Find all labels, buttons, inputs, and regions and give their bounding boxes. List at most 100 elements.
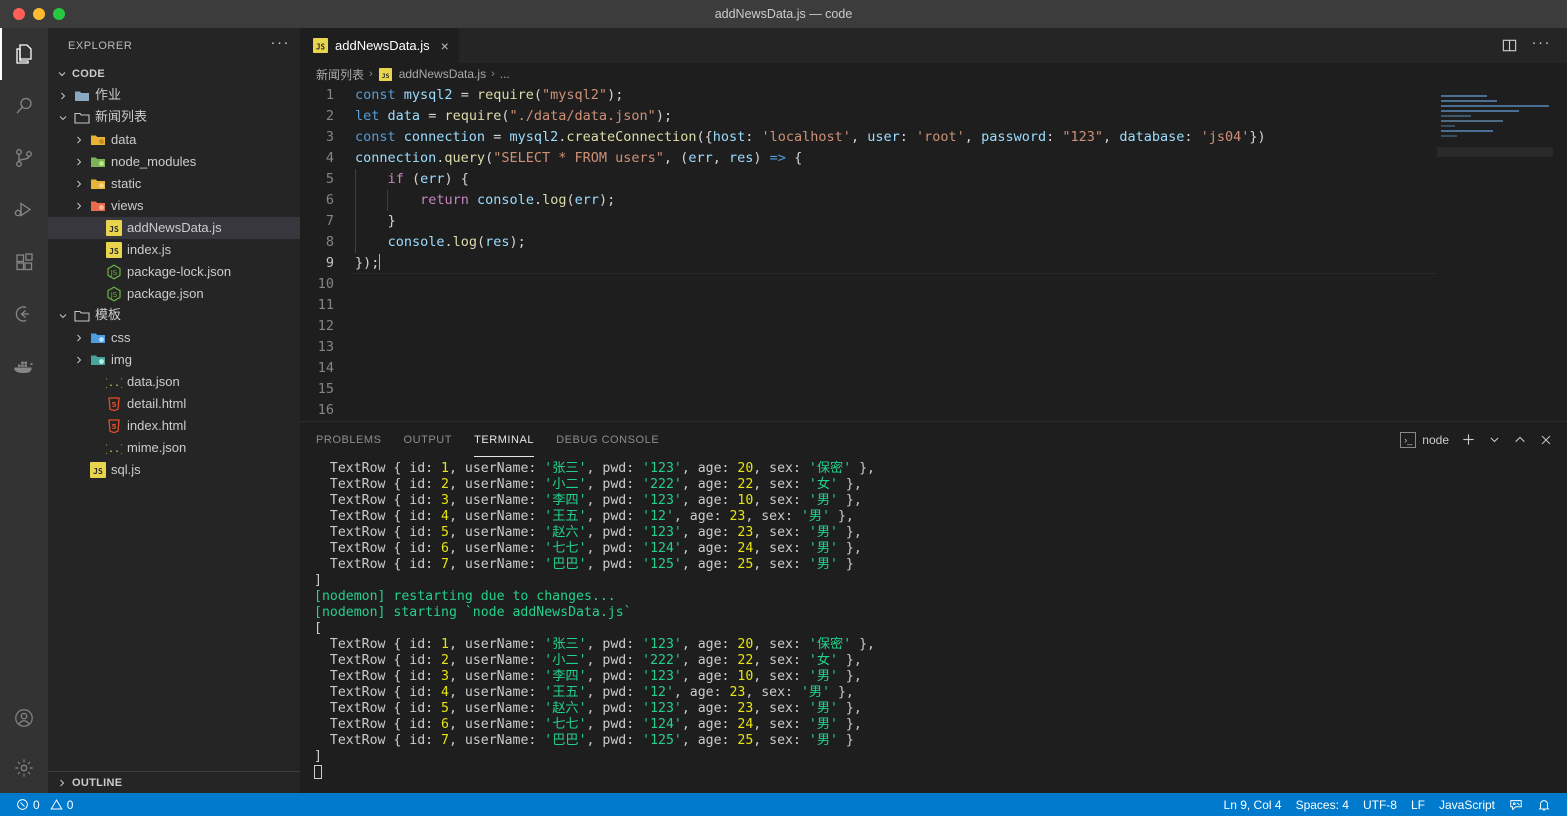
code-line[interactable] <box>355 337 1437 358</box>
code-line[interactable] <box>355 400 1437 421</box>
more-actions-icon[interactable]: ··· <box>1532 35 1552 53</box>
extensions-icon[interactable] <box>0 236 48 288</box>
tree-file-index-js[interactable]: JS index.js <box>48 239 300 261</box>
terminal-line: TextRow { id: 2, userName: '小二', pwd: '2… <box>314 653 862 668</box>
source-control-icon[interactable] <box>0 132 48 184</box>
minimap[interactable] <box>1437 85 1553 421</box>
terminal-line: TextRow { id: 5, userName: '赵六', pwd: '1… <box>314 701 862 716</box>
tree-folder-views[interactable]: views <box>48 195 300 217</box>
breadcrumb-item-symbol[interactable]: ... <box>500 67 510 81</box>
code-line[interactable] <box>355 358 1437 379</box>
account-icon[interactable] <box>0 693 48 743</box>
terminal-line: TextRow { id: 6, userName: '七七', pwd: '1… <box>314 717 862 732</box>
code-line[interactable]: if (err) { <box>355 169 1437 190</box>
tree-file-data-json[interactable]: {..} data.json <box>48 371 300 393</box>
new-terminal-icon[interactable] <box>1461 432 1476 447</box>
minimize-window-button[interactable] <box>33 8 45 20</box>
editor-content[interactable]: 1234567891011121314151617 const mysql2 =… <box>300 85 1567 421</box>
breadcrumb-item-folder[interactable]: 新闻列表 <box>316 66 364 83</box>
code-line[interactable] <box>355 379 1437 400</box>
svg-text:5: 5 <box>112 423 117 431</box>
panel-tab-output[interactable]: OUTPUT <box>404 422 453 457</box>
tree-folder-[interactable]: 作业 <box>48 85 300 107</box>
terminal-output[interactable]: TextRow { id: 1, userName: '张三', pwd: '1… <box>300 457 1567 793</box>
search-icon[interactable] <box>0 80 48 132</box>
error-icon <box>16 798 29 811</box>
line-number: 14 <box>317 360 334 376</box>
chevron-down-icon[interactable] <box>1488 433 1501 446</box>
tree-folder-data[interactable]: data <box>48 129 300 151</box>
maximize-panel-icon[interactable] <box>1513 433 1527 447</box>
close-icon[interactable]: × <box>441 39 449 53</box>
code-line[interactable]: connection.query("SELECT * FROM users", … <box>355 148 1437 169</box>
code-line[interactable] <box>355 295 1437 316</box>
code-line[interactable]: console.log(res); <box>355 232 1437 253</box>
code-line[interactable] <box>355 274 1437 295</box>
status-cursor-position[interactable]: Ln 9, Col 4 <box>1217 793 1289 816</box>
terminal-line: [nodemon] restarting due to changes... <box>314 589 616 604</box>
tree-folder-[interactable]: 新闻列表 <box>48 107 300 129</box>
tree-file-package-lock-json[interactable]: JS package-lock.json <box>48 261 300 283</box>
code-line[interactable]: return console.log(err); <box>355 190 1437 211</box>
tree-folder-img[interactable]: img <box>48 349 300 371</box>
explorer-more-actions-icon[interactable]: ··· <box>271 35 291 53</box>
panel-tab-debug-console[interactable]: DEBUG CONSOLE <box>556 422 659 457</box>
editor-scrollbar[interactable] <box>1553 85 1567 421</box>
folder-root-code[interactable]: CODE <box>48 63 300 85</box>
chevron-right-icon <box>72 332 85 344</box>
line-number: 13 <box>317 339 334 355</box>
code-line[interactable]: } <box>355 211 1437 232</box>
tree-file-addnewsdata-js[interactable]: JS addNewsData.js <box>48 217 300 239</box>
tree-file-sql-js[interactable]: JS sql.js <box>48 459 300 481</box>
settings-gear-icon[interactable] <box>0 743 48 793</box>
tree-folder-static[interactable]: static <box>48 173 300 195</box>
close-window-button[interactable] <box>13 8 25 20</box>
run-debug-icon[interactable] <box>0 184 48 236</box>
terminal-selector[interactable]: ›_ node <box>1400 431 1449 448</box>
panel-tab-terminal[interactable]: TERMINAL <box>474 422 535 457</box>
code-text[interactable]: const mysql2 = require("mysql2"); let dat… <box>352 85 1567 421</box>
status-problems[interactable]: 0 0 <box>9 793 80 816</box>
status-eol[interactable]: LF <box>1404 793 1432 816</box>
outline-section[interactable]: OUTLINE <box>48 771 300 793</box>
explorer-icon[interactable] <box>0 28 48 80</box>
split-editor-icon[interactable] <box>1501 37 1518 54</box>
tree-file-mime-json[interactable]: {..} mime.json <box>48 437 300 459</box>
remote-explorer-icon[interactable] <box>0 288 48 340</box>
tree-item-label: package-lock.json <box>127 264 232 279</box>
tab-addNewsData-js[interactable]: JS addNewsData.js × <box>300 28 460 63</box>
code-line[interactable]: const connection = mysql2.createConnecti… <box>355 127 1437 148</box>
json-file-icon: {..} <box>106 440 122 456</box>
minimap-line <box>1441 135 1457 137</box>
status-indentation[interactable]: Spaces: 4 <box>1289 793 1356 816</box>
terminal-line: TextRow { id: 3, userName: '李四', pwd: '1… <box>314 493 862 508</box>
tree-file-package-json[interactable]: JS package.json <box>48 283 300 305</box>
panel-tab-list[interactable]: PROBLEMS OUTPUT TERMINAL DEBUG CONSOLE <box>316 422 659 457</box>
tree-folder-node-modules[interactable]: node_modules <box>48 151 300 173</box>
tree-file-detail-html[interactable]: 5 detail.html <box>48 393 300 415</box>
line-number: 16 <box>317 402 334 418</box>
docker-icon[interactable] <box>0 340 48 392</box>
breadcrumb[interactable]: 新闻列表 › JS addNewsData.js › ... <box>300 63 1567 85</box>
status-encoding[interactable]: UTF-8 <box>1356 793 1404 816</box>
minimap-slider[interactable] <box>1437 147 1553 157</box>
code-line[interactable]: const mysql2 = require("mysql2"); <box>355 85 1437 106</box>
window-controls[interactable] <box>0 8 65 20</box>
folder-blue-icon <box>74 88 90 104</box>
close-panel-icon[interactable] <box>1539 433 1553 447</box>
code-line[interactable]: }); <box>352 253 1567 274</box>
file-tree[interactable]: CODE 作业 新闻列表 data node_modules static views JS… <box>48 63 300 771</box>
tree-file-index-html[interactable]: 5 index.html <box>48 415 300 437</box>
bell-icon[interactable] <box>1530 793 1558 816</box>
minimap-line <box>1441 105 1549 107</box>
code-line[interactable] <box>355 316 1437 337</box>
status-language-mode[interactable]: JavaScript <box>1432 793 1502 816</box>
folder-blue-css-icon <box>90 330 106 346</box>
code-line[interactable]: let data = require("./data/data.json"); <box>355 106 1437 127</box>
maximize-window-button[interactable] <box>53 8 65 20</box>
feedback-icon[interactable] <box>1502 793 1530 816</box>
panel-tab-problems[interactable]: PROBLEMS <box>316 422 382 457</box>
tree-folder-[interactable]: 模板 <box>48 305 300 327</box>
tree-folder-css[interactable]: css <box>48 327 300 349</box>
breadcrumb-item-file[interactable]: addNewsData.js <box>399 67 486 81</box>
